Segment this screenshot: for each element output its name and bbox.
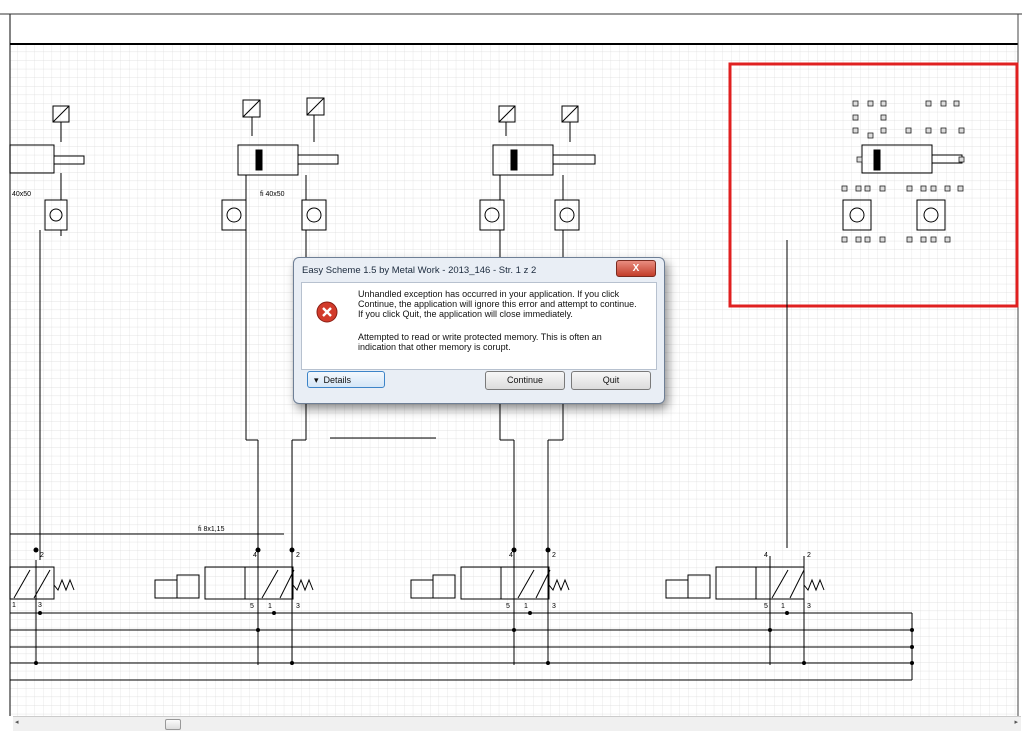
svg-text:2: 2	[807, 552, 811, 559]
dialog-body: Unhandled exception has occurred in your…	[301, 282, 657, 370]
horizontal-scrollbar[interactable]: ◂ ▸	[13, 716, 1021, 731]
quit-button[interactable]: Quit	[571, 371, 651, 390]
svg-text:2: 2	[552, 552, 556, 559]
error-icon	[316, 301, 338, 323]
svg-text:3: 3	[807, 603, 811, 610]
continue-button[interactable]: Continue	[485, 371, 565, 390]
scroll-right-icon[interactable]: ▸	[1014, 718, 1018, 726]
error-dialog: Easy Scheme 1.5 by Metal Work - 2013_146…	[293, 257, 665, 404]
cylinder-label: fi 40x50	[260, 191, 285, 198]
scroll-left-icon[interactable]: ◂	[15, 718, 19, 726]
svg-text:2: 2	[40, 552, 44, 559]
svg-text:4: 4	[253, 552, 257, 559]
cylinder-label: 40x50	[12, 191, 31, 198]
svg-text:3: 3	[552, 603, 556, 610]
svg-text:5: 5	[250, 603, 254, 610]
details-button[interactable]: ▾ Details	[307, 371, 385, 388]
tube-label: fi 8x1,15	[198, 526, 225, 533]
svg-text:4: 4	[764, 552, 768, 559]
svg-text:3: 3	[296, 603, 300, 610]
svg-text:1: 1	[12, 602, 16, 609]
close-button[interactable]: X	[616, 260, 656, 277]
svg-text:1: 1	[268, 603, 272, 610]
svg-text:1: 1	[524, 603, 528, 610]
svg-text:5: 5	[764, 603, 768, 610]
expand-arrow-icon: ▾	[314, 375, 319, 385]
svg-text:1: 1	[781, 603, 785, 610]
error-detail-message: Attempted to read or write protected mem…	[358, 332, 602, 352]
dialog-title: Easy Scheme 1.5 by Metal Work - 2013_146…	[302, 265, 537, 276]
scroll-thumb[interactable]	[165, 719, 181, 730]
svg-text:4: 4	[509, 552, 513, 559]
svg-text:5: 5	[506, 603, 510, 610]
svg-text:2: 2	[296, 552, 300, 559]
svg-text:3: 3	[38, 602, 42, 609]
error-message: Unhandled exception has occurred in your…	[358, 289, 637, 319]
